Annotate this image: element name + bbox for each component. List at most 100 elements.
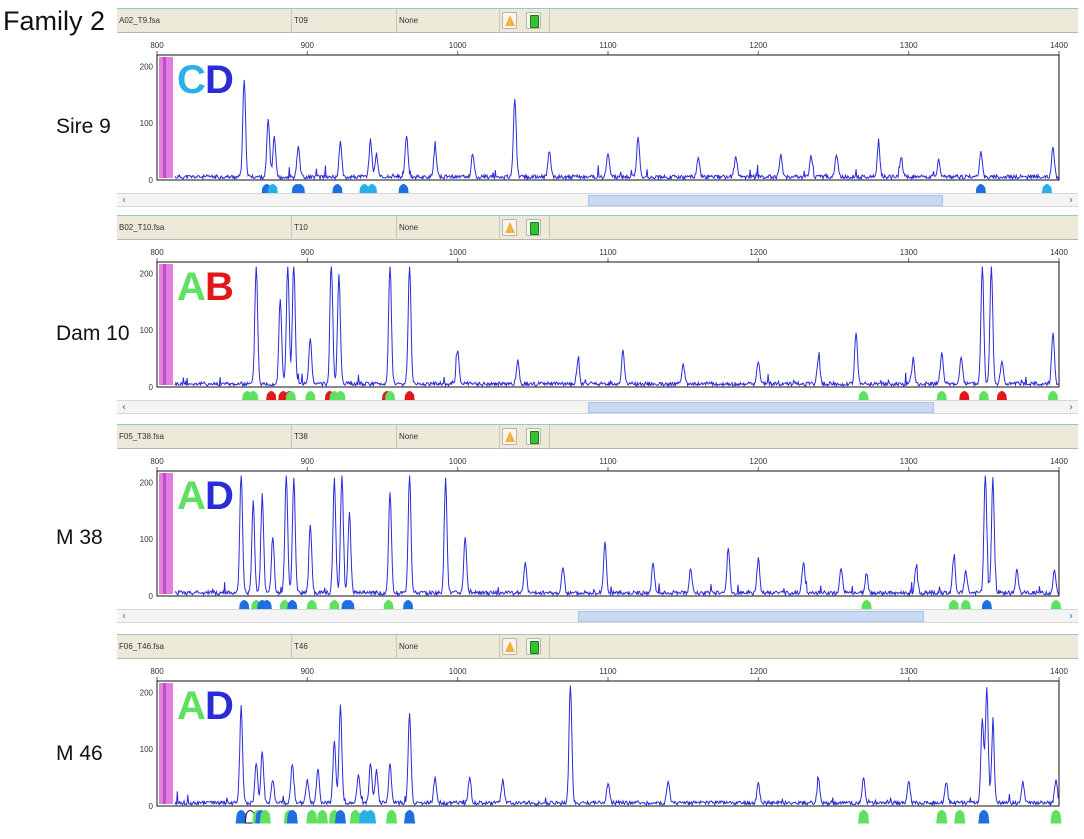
x-tick-label: 1100 (599, 248, 617, 257)
signal-trace (174, 79, 1060, 181)
electropherogram-plot: 800 900 1000 1100 1200 1300 1400 0 100 200 (117, 449, 1078, 614)
warning-triangle-icon[interactable] (502, 428, 517, 445)
peak-marker[interactable] (364, 810, 377, 824)
x-tick-label: 1400 (1050, 667, 1068, 676)
x-tick-label: 1400 (1050, 248, 1068, 257)
sample-name-cell: T46 (292, 635, 397, 659)
scroll-left-icon[interactable]: ‹ (119, 610, 129, 623)
trace-svg: 800 900 1000 1100 1200 1300 1400 0 100 200 (140, 667, 1068, 824)
x-tick-label: 1000 (449, 248, 467, 257)
sample-header-bar: F05_T38.fsa T38 None (117, 424, 1078, 449)
peak-marker[interactable] (306, 810, 318, 824)
peak-marker[interactable] (385, 810, 398, 824)
x-tick-label: 1100 (599, 41, 617, 50)
sizing-quality-icon[interactable] (526, 428, 541, 445)
y-tick-label: 0 (149, 592, 154, 601)
sizing-quality-icon[interactable] (526, 219, 541, 236)
status-cell: None (397, 425, 500, 449)
signal-trace (174, 685, 1060, 807)
warning-triangle-icon[interactable] (502, 219, 517, 236)
electropherogram-panel: A02_T9.fsa T09 None 800 900 1000 1100 1200 1300 1… (117, 8, 1078, 213)
peak-marker[interactable] (235, 810, 247, 824)
x-tick-label: 900 (301, 41, 315, 50)
sample-header-bar: F06_T46.fsa T46 None (117, 634, 1078, 659)
scroll-right-icon[interactable]: › (1066, 194, 1076, 207)
sample-label: M 38 (56, 526, 103, 549)
signal-trace (174, 266, 1060, 388)
sample-header-bar: B02_T10.fsa T10 None (117, 215, 1078, 240)
plot-frame (156, 54, 1060, 181)
peak-marker[interactable] (316, 810, 328, 824)
allele-letter: D (205, 684, 234, 728)
allele-letter: A (177, 474, 206, 518)
sizing-quality-icon[interactable] (526, 12, 541, 29)
y-tick-label: 0 (149, 176, 154, 185)
sample-label: M 46 (56, 742, 103, 765)
x-tick-label: 800 (150, 41, 164, 50)
y-tick-label: 100 (140, 326, 154, 335)
status-cell: None (397, 216, 500, 240)
electropherogram-plot: 800 900 1000 1100 1200 1300 1400 0 100 200 (117, 240, 1078, 405)
peak-marker[interactable] (954, 810, 966, 824)
peak-marker[interactable] (978, 810, 990, 824)
allele-letter: A (177, 684, 206, 728)
peak-marker[interactable] (334, 810, 346, 824)
scroll-left-icon[interactable]: ‹ (119, 194, 129, 207)
scroll-thumb[interactable] (587, 402, 934, 413)
x-tick-label: 1300 (900, 667, 918, 676)
y-tick-label: 200 (140, 269, 154, 278)
x-tick-label: 1300 (900, 41, 918, 50)
x-tick-label: 900 (301, 457, 315, 466)
x-tick-label: 800 (150, 457, 164, 466)
file-name-cell: F05_T38.fsa (117, 425, 292, 449)
scroll-thumb[interactable] (587, 195, 944, 206)
horizontal-scrollbar[interactable]: ‹ › (117, 400, 1078, 414)
x-tick-label: 1100 (599, 667, 617, 676)
y-tick-label: 200 (140, 478, 154, 487)
signal-trace (174, 475, 1060, 597)
x-tick-label: 1200 (749, 248, 767, 257)
scroll-thumb[interactable] (578, 611, 925, 622)
peak-marker[interactable] (404, 810, 416, 824)
sample-name-cell: T38 (292, 425, 397, 449)
x-tick-label: 1000 (449, 41, 467, 50)
peak-marker[interactable] (286, 810, 298, 824)
x-tick-label: 1300 (900, 457, 918, 466)
horizontal-scrollbar[interactable]: ‹ › (117, 193, 1078, 207)
peak-marker[interactable] (259, 810, 271, 824)
scroll-left-icon[interactable]: ‹ (119, 401, 129, 414)
sample-name-cell: T10 (292, 216, 397, 240)
status-cell: None (397, 9, 500, 33)
x-tick-label: 1000 (449, 667, 467, 676)
scroll-right-icon[interactable]: › (1066, 401, 1076, 414)
peak-marker[interactable] (349, 810, 361, 824)
x-tick-label: 1200 (749, 41, 767, 50)
warning-triangle-icon[interactable] (502, 12, 517, 29)
sizing-quality-icon[interactable] (526, 638, 541, 655)
x-tick-label: 800 (150, 248, 164, 257)
y-tick-label: 200 (140, 688, 154, 697)
peak-marker[interactable] (936, 810, 948, 824)
sample-header-bar: A02_T9.fsa T09 None (117, 8, 1078, 33)
peak-marker[interactable] (858, 810, 870, 824)
electropherogram-plot: 800 900 1000 1100 1200 1300 1400 0 100 200 (117, 659, 1078, 824)
file-name-cell: F06_T46.fsa (117, 635, 292, 659)
x-tick-label: 1200 (749, 667, 767, 676)
file-name-cell: A02_T9.fsa (117, 9, 292, 33)
horizontal-scrollbar[interactable]: ‹ › (117, 609, 1078, 623)
y-tick-label: 0 (149, 383, 154, 392)
y-tick-label: 0 (149, 802, 154, 811)
warning-triangle-icon[interactable] (502, 638, 517, 655)
scroll-right-icon[interactable]: › (1066, 610, 1076, 623)
family-title: Family 2 (3, 6, 106, 36)
file-name-cell: B02_T10.fsa (117, 216, 292, 240)
x-tick-label: 800 (150, 667, 164, 676)
allele-letter: A (177, 265, 206, 309)
x-tick-label: 1400 (1050, 41, 1068, 50)
trace-svg: 800 900 1000 1100 1200 1300 1400 0 100 200 (140, 457, 1068, 614)
electropherogram-panel: B02_T10.fsa T10 None 800 900 1000 1100 1200 1300… (117, 215, 1078, 420)
status-cell: None (397, 635, 500, 659)
y-tick-label: 200 (140, 62, 154, 71)
allele-letter: D (205, 58, 234, 102)
peak-marker[interactable] (1050, 810, 1062, 824)
